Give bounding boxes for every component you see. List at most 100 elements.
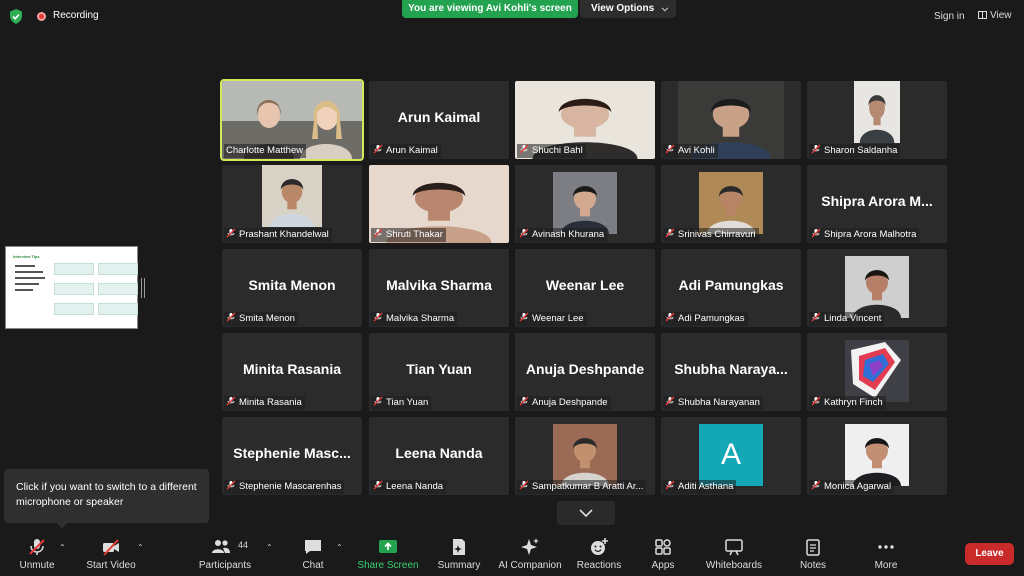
sign-in-link[interactable]: Sign in (934, 11, 965, 22)
participants-options-chevron[interactable]: ⌃ (266, 543, 273, 552)
participant-name: Shipra Arora Malhotra (824, 229, 917, 240)
shared-screen-title: Interview Tips (13, 254, 40, 259)
microphone-muted-icon (373, 144, 383, 154)
microphone-muted-icon (811, 144, 821, 154)
start-video-button[interactable]: Start Video (82, 531, 140, 576)
thumb-box (54, 263, 94, 275)
participant-name: Monica Agarwal (824, 481, 892, 492)
chat-label: Chat (302, 560, 324, 571)
participant-display-name: Stephenie Masc... (233, 445, 351, 461)
thumb-box (54, 303, 94, 315)
participant-tile[interactable]: Tian Yuan Tian Yuan (369, 333, 509, 411)
scroll-down-button[interactable] (557, 501, 615, 525)
participant-name: Avi Kohli (678, 145, 715, 156)
participant-tile[interactable]: Smita Menon Smita Menon (222, 249, 362, 327)
participant-tile[interactable]: Avinash Khurana (515, 165, 655, 243)
more-label: More (874, 560, 898, 571)
view-options-button[interactable]: View Options ⌵ (580, 0, 676, 18)
microphone-muted-icon (519, 144, 529, 154)
participant-name-label: Aditi Asthana (663, 480, 737, 494)
whiteboards-button[interactable]: Whiteboards (702, 531, 766, 576)
participant-tile[interactable]: Stephenie Masc... Stephenie Mascarenhas (222, 417, 362, 495)
unmute-button[interactable]: Unmute (14, 531, 60, 576)
participant-tile[interactable]: Shubha Naraya... Shubha Narayanan (661, 333, 801, 411)
participant-name: Prashant Khandelwal (239, 229, 329, 240)
participant-tile[interactable]: Linda Vincent (807, 249, 947, 327)
thumb-line (15, 271, 43, 273)
thumb-box (98, 263, 138, 275)
chat-options-chevron[interactable]: ⌃ (336, 543, 343, 552)
notes-button[interactable]: Notes (794, 531, 832, 576)
participant-display-name: Shubha Naraya... (674, 361, 788, 377)
participant-tile[interactable]: Shipra Arora M... Shipra Arora Malhotra (807, 165, 947, 243)
participant-tile[interactable]: Weenar Lee Weenar Lee (515, 249, 655, 327)
participant-tile[interactable]: Arun Kaimal Arun Kaimal (369, 81, 509, 159)
participant-tile[interactable]: Avi Kohli (661, 81, 801, 159)
participant-tile[interactable]: Monica Agarwal (807, 417, 947, 495)
participant-tile[interactable]: Minita Rasania Minita Rasania (222, 333, 362, 411)
participant-name-label: Shruti Thakar (371, 228, 446, 242)
microphone-muted-icon (811, 396, 821, 406)
summary-label: Summary (437, 560, 481, 571)
participant-tile[interactable]: Sampatkumar B Aratti Ar... (515, 417, 655, 495)
view-button[interactable]: View (978, 10, 1012, 21)
microphone-muted-icon (665, 312, 675, 322)
participant-name: Arun Kaimal (386, 145, 438, 156)
participant-display-name: Minita Rasania (242, 361, 342, 377)
participant-name: Smita Menon (239, 313, 295, 324)
audio-options-chevron[interactable]: ⌃ (59, 543, 66, 552)
participant-name-label: Stephenie Mascarenhas (224, 480, 345, 494)
more-button[interactable]: More (866, 531, 906, 576)
participant-tile[interactable]: Sharon Saldanha (807, 81, 947, 159)
participant-name-label: Shubha Narayanan (663, 396, 763, 410)
microphone-muted-icon (29, 539, 45, 555)
camera-off-icon (103, 539, 119, 556)
participant-name: Shuchi Bahl (532, 145, 583, 156)
ai-companion-button[interactable]: AI Companion (496, 531, 564, 576)
video-feed (845, 256, 909, 318)
participant-tile[interactable]: Leena Nanda Leena Nanda (369, 417, 509, 495)
thumb-line (15, 289, 33, 291)
microphone-muted-icon (665, 396, 675, 406)
participant-tile[interactable]: Prashant Khandelwal (222, 165, 362, 243)
participant-tile[interactable]: Kathryn Finch (807, 333, 947, 411)
participant-tile[interactable]: Anuja Deshpande Anuja Deshpande (515, 333, 655, 411)
microphone-tooltip: Click if you want to switch to a differe… (4, 469, 209, 523)
participant-tile[interactable]: Shruti Thakar (369, 165, 509, 243)
summary-button[interactable]: Summary (436, 531, 482, 576)
participant-name-label: Avi Kohli (663, 144, 718, 158)
microphone-muted-icon (811, 480, 821, 490)
whiteboards-label: Whiteboards (705, 560, 763, 571)
shared-screen-thumbnail[interactable]: Interview Tips (5, 246, 138, 329)
viewing-banner: You are viewing Avi Kohli's screen (402, 0, 578, 18)
participant-tile[interactable]: Srinivas Chirravuri (661, 165, 801, 243)
microphone-muted-icon (665, 144, 675, 154)
video-feed (854, 81, 900, 143)
share-screen-button[interactable]: Share Screen (356, 531, 420, 576)
microphone-muted-icon (373, 480, 383, 490)
video-feed (553, 424, 617, 486)
participant-name: Stephenie Mascarenhas (239, 481, 342, 492)
resize-handle[interactable] (141, 278, 145, 298)
chat-button[interactable]: Chat (296, 531, 330, 576)
participant-name-label: Leena Nanda (371, 480, 447, 494)
chevron-down-icon (579, 509, 593, 518)
microphone-muted-icon (811, 312, 821, 322)
reactions-button[interactable]: Reactions (576, 531, 622, 576)
participants-button[interactable]: Participants (196, 531, 254, 576)
participant-tile[interactable]: Malvika Sharma Malvika Sharma (369, 249, 509, 327)
participant-tile[interactable]: Adi Pamungkas Adi Pamungkas (661, 249, 801, 327)
participant-display-name: Tian Yuan (406, 361, 472, 377)
participant-name-label: Tian Yuan (371, 396, 432, 410)
video-options-chevron[interactable]: ⌃ (137, 543, 144, 552)
notes-label: Notes (799, 560, 827, 571)
apps-button[interactable]: Apps (644, 531, 682, 576)
participant-name-label: Smita Menon (224, 312, 298, 326)
participant-tile[interactable]: A Aditi Asthana (661, 417, 801, 495)
participant-tile[interactable]: Charlotte Matthew (220, 79, 364, 161)
participant-name-label: Avinash Khurana (517, 228, 608, 242)
apps-icon (655, 539, 671, 555)
leave-button[interactable]: Leave (965, 543, 1014, 565)
summary-icon (453, 539, 465, 555)
participant-tile[interactable]: Shuchi Bahl (515, 81, 655, 159)
